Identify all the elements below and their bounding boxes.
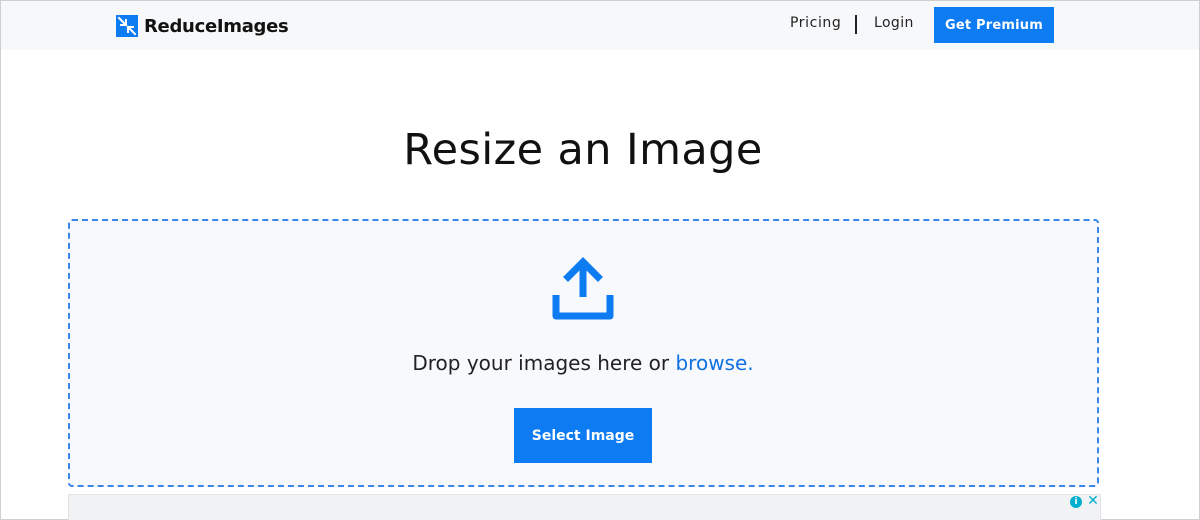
upload-icon (550, 257, 616, 323)
brand-logo[interactable]: ReduceImages (116, 13, 289, 39)
drop-instructions: Drop your images here or browse. (0, 350, 1166, 376)
close-icon[interactable]: ✕ (1086, 493, 1100, 509)
nav-pricing-link[interactable]: Pricing (790, 15, 841, 31)
browse-link[interactable]: browse. (675, 351, 753, 375)
drop-prompt: Drop your images here or (412, 351, 670, 375)
brand-name: ReduceImages (144, 15, 289, 37)
nav-divider (855, 15, 857, 34)
ad-banner[interactable] (68, 494, 1101, 520)
page-title: Resize an Image (403, 125, 763, 175)
logo-arrows-icon (116, 15, 138, 37)
get-premium-button[interactable]: Get Premium (934, 7, 1054, 43)
info-icon[interactable]: i (1070, 496, 1082, 508)
nav-login-link[interactable]: Login (874, 15, 914, 31)
select-image-button[interactable]: Select Image (514, 408, 652, 463)
